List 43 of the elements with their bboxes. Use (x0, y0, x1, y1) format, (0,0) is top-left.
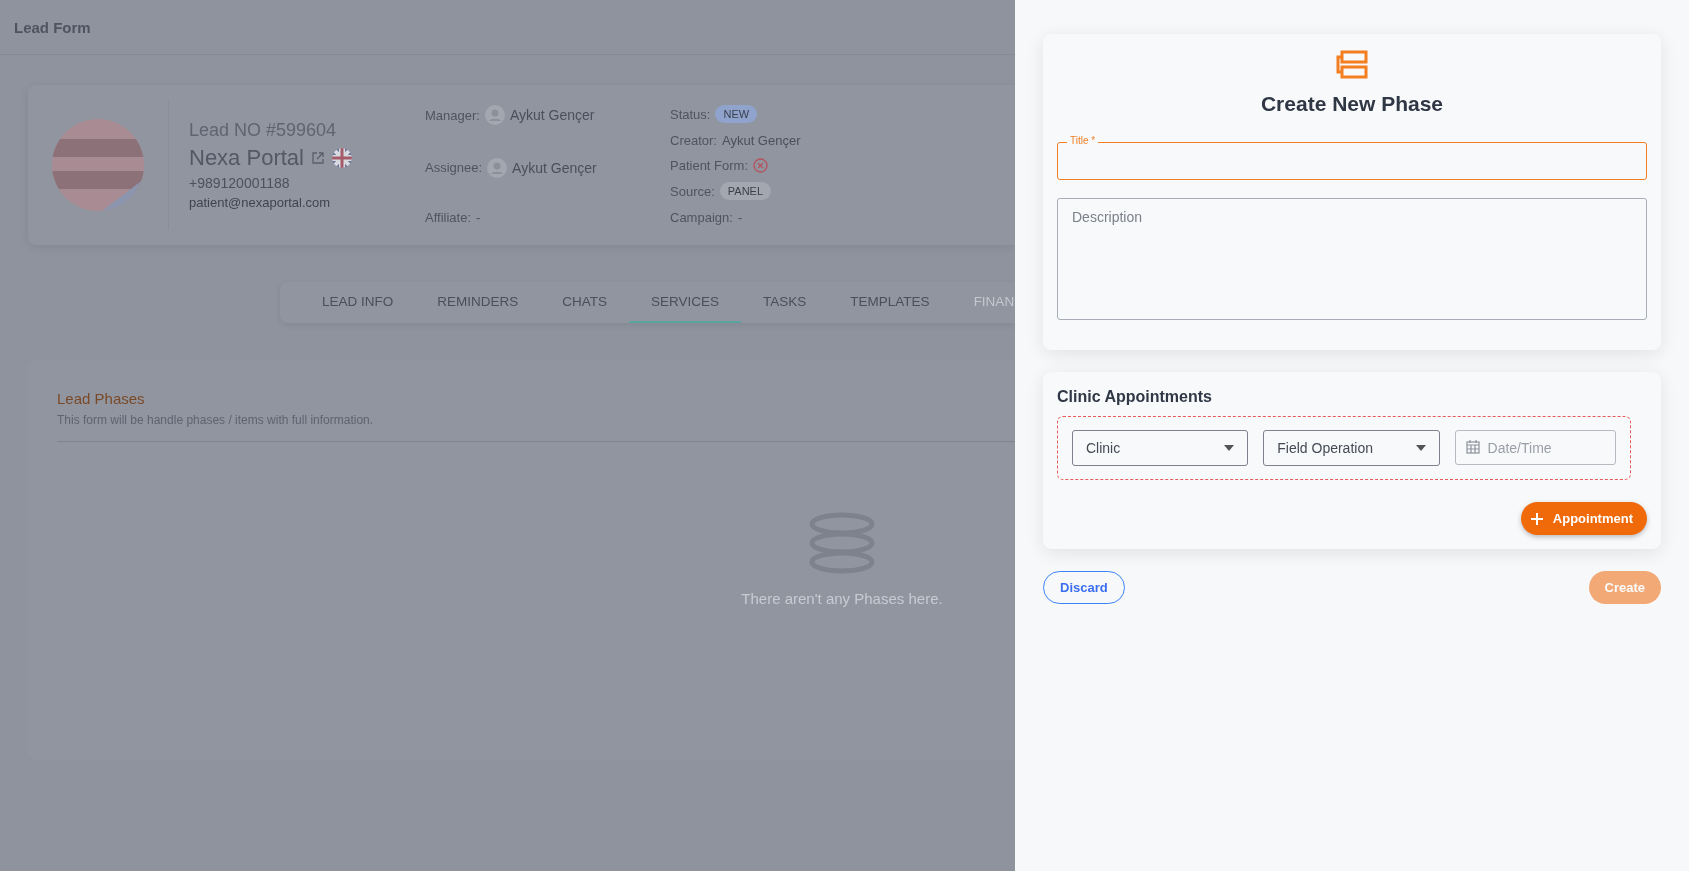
dialog-title: Create New Phase (1260, 92, 1444, 116)
field-label: Patient Form: (670, 157, 749, 173)
section-title: Lead Phases (57, 390, 146, 407)
phone-number: +989120001188 (189, 175, 291, 191)
tab[interactable]: TEMPLATES (828, 282, 952, 323)
tab[interactable]: SERVICES (629, 282, 742, 323)
tab[interactable]: REMINDERS (415, 282, 541, 323)
field-value: Aykut Gençer (721, 132, 801, 148)
person-name: Aykut Gençer (512, 159, 597, 176)
add-appointment-button[interactable]: Appointment (1520, 502, 1647, 535)
email-address: patient@nexaportal.com (189, 195, 332, 210)
tab[interactable]: TASKS (741, 282, 829, 323)
plus-icon (1530, 512, 1543, 525)
field-label: Source: (670, 183, 715, 199)
calendar-icon (1465, 440, 1480, 454)
external-link-icon[interactable] (311, 152, 324, 164)
field-label: Manager: (425, 107, 480, 123)
operation-select[interactable]: Field Operation (1263, 430, 1440, 466)
modal-title: Lead Form (14, 18, 91, 36)
clinic-select[interactable]: Clinic (1072, 430, 1249, 466)
field-label: Campaign: (670, 210, 733, 225)
user-icon (487, 157, 508, 178)
cross-circle-icon (753, 157, 769, 173)
section-title: Clinic Appointments (1057, 388, 1213, 406)
caret-icon (1415, 445, 1426, 451)
caret-icon (1224, 445, 1235, 451)
lead-name: Nexa Portal (189, 145, 304, 171)
field-label: Assignee: (425, 160, 483, 175)
person-name: Aykut Gençer (509, 107, 595, 123)
field-label: Creator: (670, 132, 717, 148)
user-icon (484, 105, 505, 125)
tab[interactable]: LEAD INFO (300, 282, 416, 323)
status-badge: PANEL (719, 182, 772, 201)
field-value: - (476, 210, 481, 225)
status-badge: NEW (715, 105, 758, 123)
date-field[interactable]: Date/Time (1454, 430, 1616, 465)
tab[interactable]: CHATS (540, 282, 630, 323)
flag-icon (331, 148, 352, 168)
phase-icon (1336, 50, 1368, 80)
description-field[interactable]: Description (1057, 198, 1647, 320)
field-label: Affiliate: (425, 210, 471, 225)
field-value: - (737, 210, 743, 225)
field-label: Status: (670, 106, 711, 122)
